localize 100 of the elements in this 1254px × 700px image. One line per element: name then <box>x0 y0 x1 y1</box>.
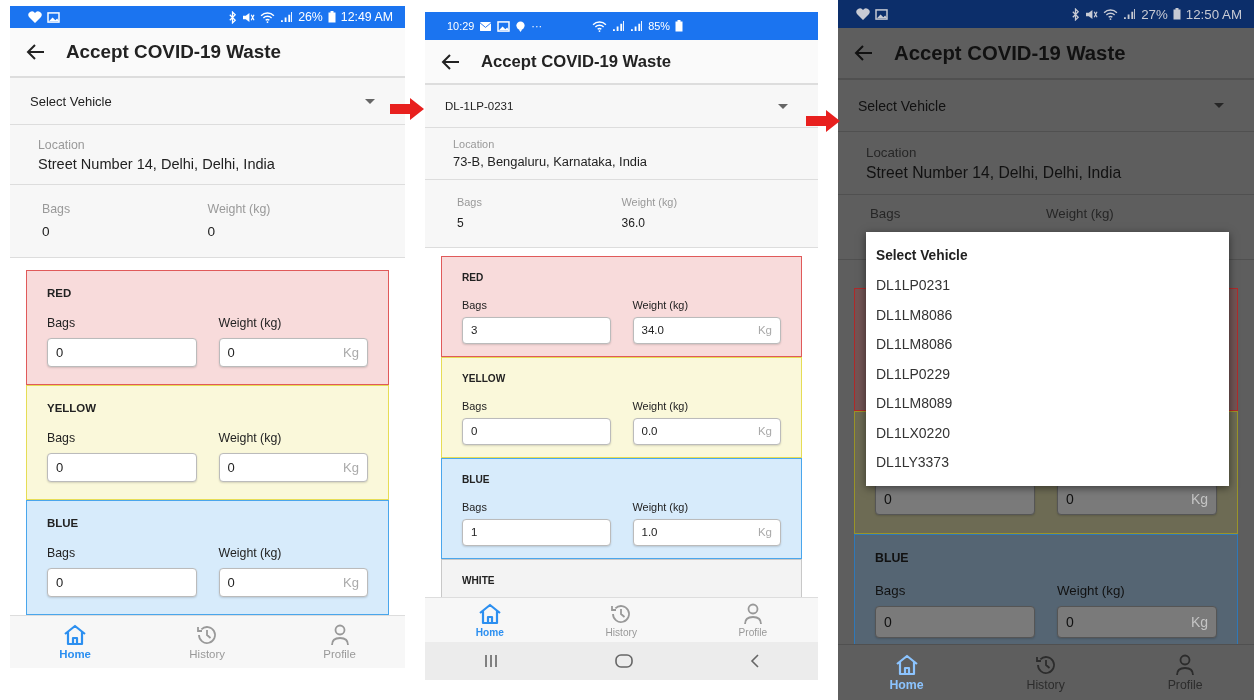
bags-total-label: Bags <box>42 201 72 216</box>
caret-icon <box>778 103 788 109</box>
battery-icon <box>327 11 336 23</box>
bags-total-value: 5 <box>457 216 465 231</box>
weight-input[interactable]: 1.0 Kg <box>632 519 781 546</box>
battery-percent: 27% <box>1141 6 1168 22</box>
mute-icon <box>242 11 256 23</box>
vehicle-option[interactable]: DL1LM8089 <box>866 389 1229 419</box>
status-time: 12:49 AM <box>340 10 393 24</box>
unit-label: Kg <box>343 345 359 360</box>
bags-label: Bags <box>462 500 488 513</box>
caret-icon <box>1214 103 1224 108</box>
chat-icon <box>515 20 527 32</box>
category-name: RED <box>47 286 73 299</box>
mail-icon <box>479 20 493 32</box>
weight-input[interactable]: 0 Kg <box>1057 605 1217 638</box>
location-label: Location <box>38 137 86 152</box>
bags-input[interactable]: 0 <box>47 337 197 368</box>
signal-icon <box>1123 8 1137 20</box>
heart-icon <box>28 11 42 23</box>
caret-icon <box>365 98 375 104</box>
bags-total-value: 0 <box>42 223 51 239</box>
bags-input[interactable]: 0 <box>462 418 611 445</box>
wifi-icon <box>592 20 608 32</box>
history-icon <box>1033 653 1058 676</box>
image-icon <box>875 8 888 20</box>
unit-label: Kg <box>757 526 772 539</box>
location-label: Location <box>453 138 496 150</box>
weight-input[interactable]: 0 Kg <box>218 567 368 598</box>
home-icon <box>894 653 919 676</box>
category-name: BLUE <box>47 516 80 529</box>
weight-label: Weight (kg) <box>632 500 690 513</box>
home-icon <box>477 602 502 625</box>
bags-input[interactable]: 0 <box>47 452 197 483</box>
vehicle-option[interactable]: DL1LY3373 <box>866 448 1229 478</box>
bags-label: Bags <box>875 583 907 599</box>
weight-label: Weight (kg) <box>632 298 690 311</box>
category-name: BLUE <box>875 550 910 565</box>
signal-icon <box>280 11 294 23</box>
vehicle-option[interactable]: DL1LM8086 <box>866 330 1229 360</box>
bags-total-label: Bags <box>870 206 902 221</box>
wifi-icon <box>1103 8 1119 20</box>
location-label: Location <box>866 144 918 160</box>
dialog-title: Select Vehicle <box>875 247 969 265</box>
heart-icon <box>856 8 870 20</box>
status-time: 10:29 <box>447 20 475 32</box>
vehicle-option[interactable]: DL1LP0229 <box>866 359 1229 389</box>
weight-total-label: Weight (kg) <box>621 196 679 209</box>
unit-label: Kg <box>1190 490 1208 507</box>
category-name: YELLOW <box>47 401 97 414</box>
nav-tab[interactable]: Home <box>879 651 934 694</box>
bags-label: Bags <box>47 316 77 331</box>
weight-input[interactable]: 34.0 Kg <box>632 317 781 344</box>
category-name: YELLOW <box>462 373 507 385</box>
vehicle-option[interactable]: DL1LM8086 <box>866 300 1229 330</box>
bags-input[interactable]: 0 <box>875 605 1035 638</box>
home-button-icon[interactable] <box>615 654 634 668</box>
back-icon[interactable] <box>441 51 461 72</box>
recents-icon[interactable] <box>483 654 500 668</box>
screen-title: Accept COVID-19 Waste <box>66 41 282 63</box>
bags-label: Bags <box>47 546 77 561</box>
weight-input[interactable]: 0 Kg <box>218 337 368 368</box>
bags-input[interactable]: 0 <box>47 567 197 598</box>
weight-label: Weight (kg) <box>218 431 283 446</box>
signal-icon <box>630 20 644 32</box>
weight-total-value: 36.0 <box>621 216 646 231</box>
bluetooth-icon <box>228 10 238 24</box>
category-name: WHITE <box>462 575 496 587</box>
unit-label: Kg <box>343 460 359 475</box>
battery-percent: 85% <box>648 20 671 32</box>
arrow-icon <box>806 110 840 132</box>
home-icon <box>63 624 88 646</box>
weight-label: Weight (kg) <box>632 399 690 412</box>
unit-label: Kg <box>1190 613 1208 630</box>
back-icon[interactable] <box>26 42 46 62</box>
weight-total-label: Weight (kg) <box>1046 206 1115 221</box>
vehicle-option[interactable]: DL1LP0231 <box>866 271 1229 301</box>
weight-input[interactable]: 0 Kg <box>218 452 368 483</box>
status-time: 12:50 AM <box>1185 6 1242 22</box>
weight-label: Weight (kg) <box>1057 583 1126 599</box>
arrow-icon <box>390 98 424 120</box>
location-value: Street Number 14, Delhi, Delhi, India <box>866 163 1123 182</box>
status-overflow: ··· <box>531 20 543 32</box>
bags-input[interactable]: 3 <box>462 317 611 344</box>
vehicle-option[interactable]: DL1LX0220 <box>866 418 1229 448</box>
unit-label: Kg <box>757 324 772 337</box>
image-icon <box>497 20 511 32</box>
bags-input[interactable]: 1 <box>462 519 611 546</box>
screen-title: Accept COVID-19 Waste <box>894 41 1126 65</box>
mute-icon <box>1085 8 1099 20</box>
bluetooth-icon <box>1071 7 1081 21</box>
battery-icon <box>675 20 684 32</box>
location-value: 73-B, Bengaluru, Karnataka, India <box>453 154 648 169</box>
location-value: Street Number 14, Delhi, Delhi, India <box>38 155 276 172</box>
bags-label: Bags <box>462 399 488 412</box>
weight-input[interactable]: 0.0 Kg <box>632 418 781 445</box>
wifi-icon <box>260 11 276 23</box>
category-name: BLUE <box>462 474 491 486</box>
screen-title: Accept COVID-19 Waste <box>481 51 672 72</box>
bags-total-label: Bags <box>457 196 483 209</box>
